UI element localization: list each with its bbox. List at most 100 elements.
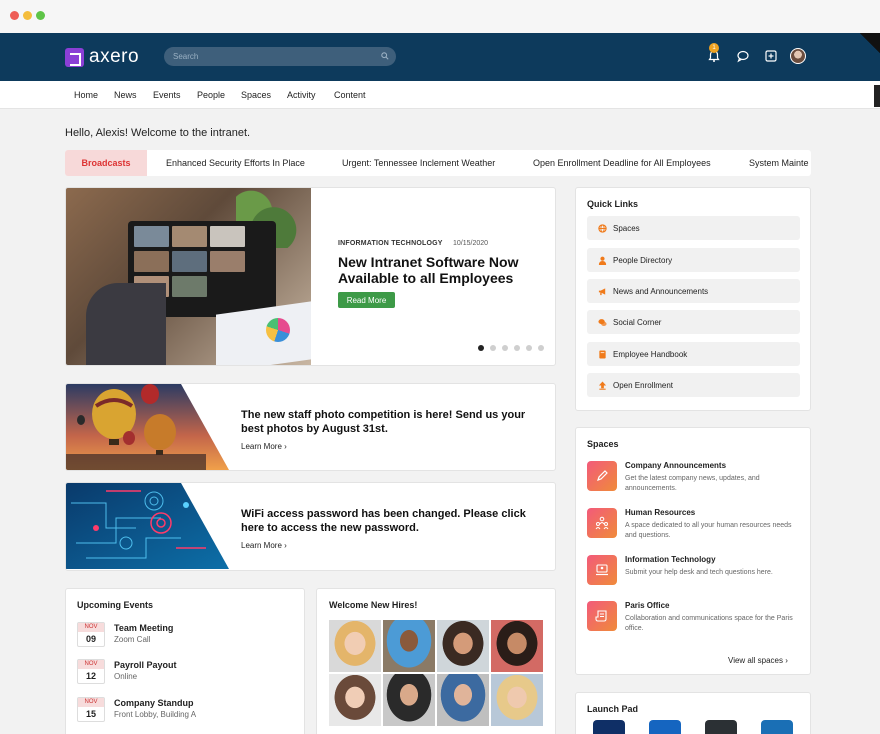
nav-activity[interactable]: Activity <box>287 90 316 100</box>
space-icon <box>587 601 617 631</box>
side-panel-tab[interactable] <box>874 85 880 107</box>
brand-logo[interactable]: axero <box>65 46 140 67</box>
carousel-dot[interactable] <box>490 345 496 351</box>
space-description: Collaboration and communications space f… <box>625 615 793 632</box>
new-hire-photo[interactable] <box>437 674 489 726</box>
broadcast-item[interactable]: Open Enrollment Deadline for All Employe… <box>533 158 711 168</box>
space-icon <box>587 461 617 491</box>
quick-link-news[interactable]: News and Announcements <box>587 279 800 303</box>
event-name: Team Meeting <box>114 623 174 633</box>
pie-chart-graphic <box>266 318 290 342</box>
launch-pad-panel: Launch Pad <box>575 692 811 734</box>
event-name: Company Standup <box>114 698 194 708</box>
settings-corner-icon[interactable] <box>860 33 880 53</box>
new-hires-panel: Welcome New Hires! <box>316 588 556 734</box>
new-hire-photo[interactable] <box>383 674 435 726</box>
pen-icon <box>597 470 608 481</box>
quick-link-label: Open Enrollment <box>613 381 674 390</box>
upcoming-events-panel: Upcoming Events NOV 09 Team Meeting Zoom… <box>65 588 305 734</box>
event-month: NOV <box>78 698 104 707</box>
space-name: Company Announcements <box>625 461 727 470</box>
carousel-dot[interactable] <box>526 345 532 351</box>
promo-title[interactable]: The new staff photo competition is here!… <box>241 408 541 436</box>
launch-pad-dropbox-icon[interactable] <box>593 720 625 734</box>
space-information-technology[interactable]: Information Technology Submit your help … <box>587 555 802 595</box>
new-hire-photo[interactable] <box>491 674 543 726</box>
learn-more-link[interactable]: Learn More › <box>241 541 287 550</box>
quick-link-label: Spaces <box>613 224 640 233</box>
quick-links-panel: Quick Links Spaces People Directory News… <box>575 187 811 411</box>
nav-content[interactable]: Content <box>334 90 366 100</box>
book-icon <box>599 350 606 359</box>
new-hire-photo[interactable] <box>383 620 435 672</box>
space-icon <box>587 555 617 585</box>
hot-air-balloons-image <box>66 384 229 470</box>
carousel-dot[interactable] <box>502 345 508 351</box>
space-company-announcements[interactable]: Company Announcements Get the latest com… <box>587 461 802 501</box>
launch-pad-app-icon[interactable] <box>761 720 793 734</box>
promo-title[interactable]: WiFi access password has been changed. P… <box>241 507 541 535</box>
view-all-spaces-link[interactable]: View all spaces › <box>728 656 788 665</box>
new-hire-photo[interactable] <box>329 620 381 672</box>
quick-link-employee-handbook[interactable]: Employee Handbook <box>587 342 800 366</box>
person-silhouette <box>86 283 166 365</box>
calendar-date-badge: NOV 15 <box>77 697 105 722</box>
brand-name: axero <box>89 46 140 67</box>
space-name: Human Resources <box>625 508 696 517</box>
new-hire-photo[interactable] <box>329 674 381 726</box>
chat-icon[interactable] <box>736 49 750 63</box>
nav-home[interactable]: Home <box>74 90 98 100</box>
video-tile <box>134 251 169 272</box>
quick-link-spaces[interactable]: Spaces <box>587 216 800 240</box>
broadcast-item[interactable]: Enhanced Security Efforts In Place <box>166 158 305 168</box>
quick-link-open-enrollment[interactable]: Open Enrollment <box>587 373 800 397</box>
space-paris-office[interactable]: Paris Office Collaboration and communica… <box>587 601 802 641</box>
launch-pad-app-icon[interactable] <box>649 720 681 734</box>
learn-more-link[interactable]: Learn More › <box>241 442 287 451</box>
space-human-resources[interactable]: Human Resources A space dedicated to all… <box>587 508 802 548</box>
promo-card-wifi-password: WiFi access password has been changed. P… <box>65 482 556 571</box>
new-hire-photo[interactable] <box>437 620 489 672</box>
quick-link-people-directory[interactable]: People Directory <box>587 248 800 272</box>
space-description: Submit your help desk and tech questions… <box>625 569 773 576</box>
broadcast-label: Broadcasts <box>65 150 147 176</box>
new-hires-title: Welcome New Hires! <box>329 600 418 610</box>
event-day: 15 <box>85 709 96 719</box>
quick-links-title: Quick Links <box>587 199 639 209</box>
chat-bubbles-icon <box>598 319 607 327</box>
new-hire-photo[interactable] <box>491 620 543 672</box>
circuit-board-image <box>66 483 229 569</box>
quick-link-social-corner[interactable]: Social Corner <box>587 310 800 334</box>
broadcast-item[interactable]: Urgent: Tennessee Inclement Weather <box>342 158 495 168</box>
calendar-date-badge: NOV 12 <box>77 659 105 684</box>
hero-title[interactable]: New Intranet Software Now Available to a… <box>338 254 528 286</box>
launch-pad-title: Launch Pad <box>587 704 639 714</box>
search-icon[interactable] <box>381 52 389 60</box>
nav-people[interactable]: People <box>197 90 225 100</box>
nav-events[interactable]: Events <box>153 90 181 100</box>
close-window-dot[interactable] <box>10 11 19 20</box>
user-avatar[interactable] <box>790 48 806 64</box>
space-name: Information Technology <box>625 555 716 564</box>
nav-spaces[interactable]: Spaces <box>241 90 271 100</box>
launch-pad-app-icon[interactable] <box>705 720 737 734</box>
event-day: 09 <box>85 634 96 644</box>
broadcast-item[interactable]: System Mainte <box>749 158 809 168</box>
carousel-dot[interactable] <box>478 345 484 351</box>
add-content-icon[interactable] <box>764 49 778 63</box>
nav-news[interactable]: News <box>114 90 137 100</box>
event-name: Payroll Payout <box>114 660 177 670</box>
read-more-button[interactable]: Read More <box>338 292 395 308</box>
laptop-user-icon <box>596 564 608 576</box>
maximize-window-dot[interactable] <box>36 11 45 20</box>
space-description: Get the latest company news, updates, an… <box>625 475 760 492</box>
carousel-dot[interactable] <box>538 345 544 351</box>
quick-link-label: News and Announcements <box>613 287 709 296</box>
browser-chrome <box>0 0 880 33</box>
video-tile <box>172 251 207 272</box>
minimize-window-dot[interactable] <box>23 11 32 20</box>
search-input[interactable] <box>164 47 396 66</box>
promo-card-photo-competition: The new staff photo competition is here!… <box>65 383 556 471</box>
notification-badge: 1 <box>709 43 719 53</box>
carousel-dot[interactable] <box>514 345 520 351</box>
